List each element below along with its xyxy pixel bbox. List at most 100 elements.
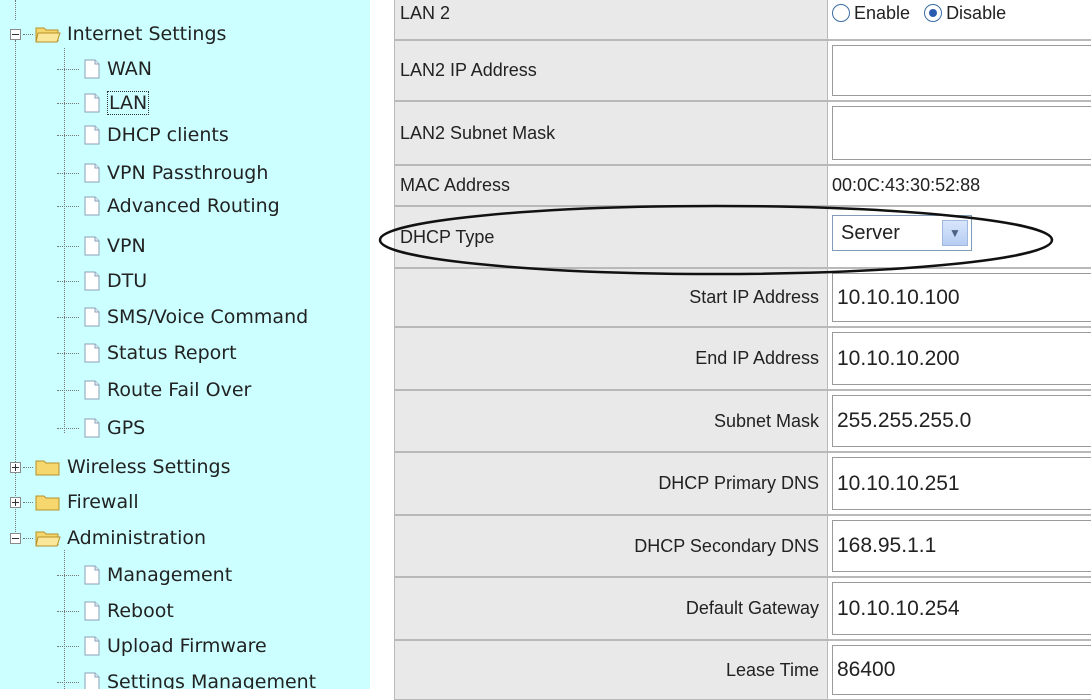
tree-item-route-fail-over[interactable]: Route Fail Over bbox=[57, 375, 251, 405]
lan2-label: LAN 2 bbox=[400, 2, 451, 23]
secondary-dns-label-cell: DHCP Secondary DNS bbox=[394, 515, 828, 577]
tree-item-dtu[interactable]: DTU bbox=[57, 266, 147, 296]
tree-item-label: Status Report bbox=[107, 342, 237, 364]
tree-item-settings-management[interactable]: Settings Management bbox=[57, 667, 316, 689]
page-icon bbox=[84, 271, 100, 291]
end-ip-label: End IP Address bbox=[695, 348, 819, 368]
tree-item-gps[interactable]: GPS bbox=[57, 413, 145, 443]
dhcp-type-cell: Server ▼ bbox=[827, 206, 1091, 268]
tree-item-label: Settings Management bbox=[107, 671, 317, 689]
dhcp-type-value: Server bbox=[841, 221, 900, 244]
end-ip-input[interactable]: 10.10.10.200 bbox=[832, 332, 1091, 385]
tree-item-label: Upload Firmware bbox=[107, 635, 267, 657]
open-folder-icon bbox=[35, 27, 61, 43]
collapse-icon[interactable] bbox=[10, 532, 21, 544]
subnet-mask-label-cell: Subnet Mask bbox=[394, 390, 828, 452]
tree-item-reboot[interactable]: Reboot bbox=[57, 596, 174, 626]
page-icon bbox=[84, 93, 100, 113]
start-ip-cell: 10.10.10.100 bbox=[827, 268, 1091, 327]
tree-item-label: Advanced Routing bbox=[107, 195, 280, 217]
secondary-dns-input[interactable]: 168.95.1.1 bbox=[832, 520, 1091, 572]
primary-dns-cell: 10.10.10.251 bbox=[827, 452, 1091, 515]
tree-folder-administration[interactable]: Administration bbox=[10, 523, 206, 553]
page-icon bbox=[84, 236, 100, 256]
secondary-dns-label: DHCP Secondary DNS bbox=[634, 535, 819, 556]
lease-time-label-cell: Lease Time bbox=[394, 640, 828, 700]
page-icon bbox=[84, 163, 100, 183]
lease-time-cell: 86400 bbox=[827, 640, 1091, 700]
lan2-mask-input[interactable] bbox=[832, 106, 1091, 160]
folder-icon bbox=[35, 495, 60, 511]
lan2-ip-input[interactable] bbox=[832, 45, 1091, 96]
tree-item-label: GPS bbox=[107, 417, 146, 439]
lan2-mask-label: LAN2 Subnet Mask bbox=[400, 122, 556, 143]
mac-label: MAC Address bbox=[400, 175, 511, 195]
chevron-down-icon[interactable]: ▼ bbox=[942, 220, 968, 246]
page-icon bbox=[84, 196, 100, 216]
page-icon bbox=[84, 636, 100, 656]
lan2-disable-radio[interactable] bbox=[924, 4, 943, 22]
page-icon bbox=[84, 343, 100, 363]
lan2-ip-cell bbox=[827, 40, 1091, 101]
tree-item-status-report[interactable]: Status Report bbox=[57, 338, 237, 368]
end-ip-cell: 10.10.10.200 bbox=[827, 327, 1091, 390]
default-gateway-input[interactable]: 10.10.10.254 bbox=[832, 582, 1091, 635]
page-icon bbox=[84, 418, 100, 438]
lan2-ip-label: LAN2 IP Address bbox=[400, 60, 537, 80]
tree-item-label: VPN Passthrough bbox=[107, 162, 269, 184]
tree-item-wan[interactable]: WAN bbox=[57, 54, 152, 84]
start-ip-input[interactable]: 10.10.10.100 bbox=[832, 273, 1091, 322]
collapse-icon[interactable] bbox=[10, 28, 21, 40]
dhcp-type-label: DHCP Type bbox=[400, 226, 495, 247]
mac-value-cell: 00:0C:43:30:52:88 bbox=[827, 165, 1091, 206]
tree-item-label: VPN bbox=[107, 235, 146, 257]
lan-settings-form: LAN 2 Enable Disable LAN2 IP Address LAN… bbox=[370, 0, 1091, 700]
mac-label-cell: MAC Address bbox=[394, 165, 828, 206]
tree-item-lan[interactable]: LAN bbox=[57, 88, 150, 118]
tree-item-vpn[interactable]: VPN bbox=[57, 231, 146, 261]
primary-dns-label-cell: DHCP Primary DNS bbox=[394, 452, 828, 515]
tree-folder-wireless-settings[interactable]: Wireless Settings bbox=[10, 452, 230, 482]
start-ip-label-cell: Start IP Address bbox=[394, 268, 828, 327]
tree-folder-internet-settings[interactable]: Internet Settings bbox=[10, 19, 226, 49]
folder-icon bbox=[35, 460, 60, 476]
primary-dns-input[interactable]: 10.10.10.251 bbox=[832, 457, 1091, 510]
lease-time-input[interactable]: 86400 bbox=[832, 645, 1091, 695]
lan2-enable-radio[interactable] bbox=[832, 4, 850, 22]
start-ip-label: Start IP Address bbox=[689, 287, 819, 307]
tree-item-label: DHCP clients bbox=[107, 124, 229, 146]
default-gateway-label: Default Gateway bbox=[685, 598, 819, 618]
tree-item-vpn-passthrough[interactable]: VPN Passthrough bbox=[57, 158, 268, 188]
tree-item-label: Reboot bbox=[107, 600, 174, 622]
lan2-mask-label-cell: LAN2 Subnet Mask bbox=[394, 101, 828, 165]
navigation-tree: Internet Settings WAN LAN DHCP clients VPN … bbox=[0, 0, 370, 689]
page-icon bbox=[84, 601, 100, 621]
secondary-dns-cell: 168.95.1.1 bbox=[827, 515, 1091, 577]
tree-item-dhcp-clients[interactable]: DHCP clients bbox=[57, 120, 229, 150]
lan2-mask-cell bbox=[827, 101, 1091, 165]
page-icon bbox=[84, 125, 100, 145]
lan2-disable-label: Disable bbox=[946, 2, 1007, 23]
subnet-mask-label: Subnet Mask bbox=[713, 410, 819, 431]
lan2-options-cell: Enable Disable bbox=[827, 0, 1091, 40]
expand-icon[interactable] bbox=[10, 461, 21, 473]
tree-item-label: WAN bbox=[107, 58, 152, 80]
default-gateway-cell: 10.10.10.254 bbox=[827, 577, 1091, 640]
open-folder-icon bbox=[35, 531, 61, 547]
tree-item-management[interactable]: Management bbox=[57, 560, 232, 590]
tree-item-label: SMS/Voice Command bbox=[107, 306, 309, 328]
tree-connector bbox=[15, 0, 16, 20]
tree-item-upload-firmware[interactable]: Upload Firmware bbox=[57, 631, 267, 661]
dhcp-type-select[interactable]: Server ▼ bbox=[832, 215, 972, 251]
tree-folder-firewall[interactable]: Firewall bbox=[10, 487, 139, 517]
lease-time-label: Lease Time bbox=[725, 659, 819, 680]
subnet-mask-input[interactable]: 255.255.255.0 bbox=[832, 395, 1091, 447]
default-gateway-label-cell: Default Gateway bbox=[394, 577, 828, 640]
page-icon bbox=[84, 59, 100, 79]
tree-item-advanced-routing[interactable]: Advanced Routing bbox=[57, 191, 280, 221]
page-icon bbox=[84, 565, 100, 585]
lan2-ip-label-cell: LAN2 IP Address bbox=[394, 40, 828, 101]
expand-icon[interactable] bbox=[10, 496, 21, 508]
tree-item-sms-voice-command[interactable]: SMS/Voice Command bbox=[57, 302, 308, 332]
lan2-label-cell: LAN 2 bbox=[394, 0, 828, 40]
